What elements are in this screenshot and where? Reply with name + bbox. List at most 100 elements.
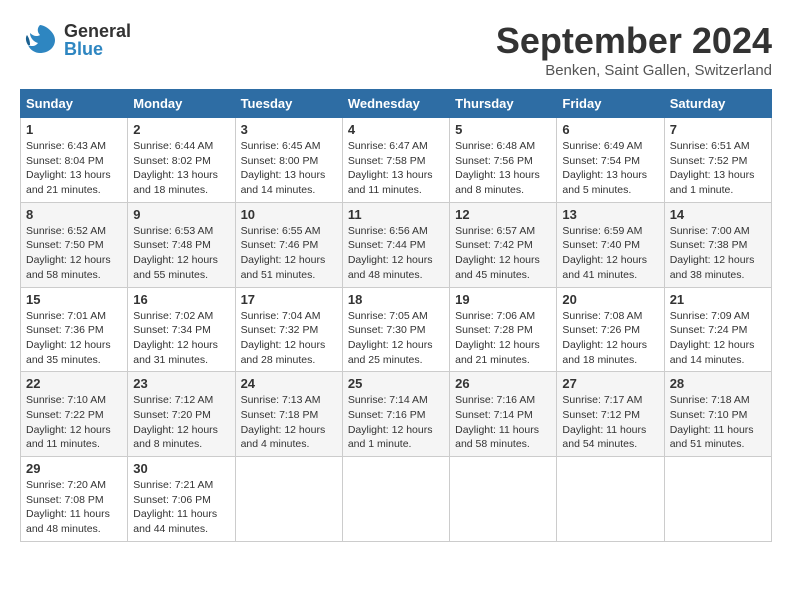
table-row [342, 457, 449, 542]
day-number: 1 [26, 122, 122, 137]
col-friday: Friday [557, 90, 664, 118]
table-row: 4Sunrise: 6:47 AMSunset: 7:58 PMDaylight… [342, 118, 449, 203]
table-row: 12 Sunrise: 6:57 AMSunset: 7:42 PMDayligh… [450, 202, 557, 287]
day-number: 11 [348, 207, 444, 222]
table-row: 30Sunrise: 7:21 AMSunset: 7:06 PMDayligh… [128, 457, 235, 542]
table-row: 26 Sunrise: 7:16 AMSunset: 7:14 PMDayligh… [450, 372, 557, 457]
logo-general: General [64, 22, 131, 40]
table-row: 15 Sunrise: 7:01 AMSunset: 7:36 PMDayligh… [21, 287, 128, 372]
table-row [664, 457, 771, 542]
location-title: Benken, Saint Gallen, Switzerland [496, 62, 772, 79]
day-number: 9 [133, 207, 229, 222]
logo-blue: Blue [64, 40, 131, 58]
day-info: Sunrise: 6:59 AMSunset: 7:40 PMDaylight:… [562, 224, 658, 283]
table-row: 14 Sunrise: 7:00 AMSunset: 7:38 PMDayligh… [664, 202, 771, 287]
calendar-week-5: 29 Sunrise: 7:20 AMSunset: 7:08 PMDayligh… [21, 457, 772, 542]
table-row [557, 457, 664, 542]
day-info: Sunrise: 6:51 AMSunset: 7:52 PMDaylight:… [670, 139, 766, 198]
page-header: General Blue September 2024 Benken, Sain… [20, 20, 772, 79]
day-number: 5 [455, 122, 551, 137]
day-info: Sunrise: 7:08 AMSunset: 7:26 PMDaylight:… [562, 309, 658, 368]
day-number: 2 [133, 122, 229, 137]
day-info: Sunrise: 6:55 AMSunset: 7:46 PMDaylight:… [241, 224, 337, 283]
col-sunday: Sunday [21, 90, 128, 118]
table-row: 8 Sunrise: 6:52 AMSunset: 7:50 PMDaylight… [21, 202, 128, 287]
day-info: Sunrise: 6:56 AMSunset: 7:44 PMDaylight:… [348, 224, 444, 283]
table-row: 10 Sunrise: 6:55 AMSunset: 7:46 PMDayligh… [235, 202, 342, 287]
day-info: Sunrise: 7:05 AMSunset: 7:30 PMDaylight:… [348, 309, 444, 368]
table-row: 18Sunrise: 7:05 AMSunset: 7:30 PMDayligh… [342, 287, 449, 372]
day-number: 14 [670, 207, 766, 222]
day-info: Sunrise: 7:06 AMSunset: 7:28 PMDaylight:… [455, 309, 551, 368]
table-row [235, 457, 342, 542]
col-thursday: Thursday [450, 90, 557, 118]
day-info: Sunrise: 7:17 AMSunset: 7:12 PMDaylight:… [562, 393, 658, 452]
table-row: 17Sunrise: 7:04 AMSunset: 7:32 PMDayligh… [235, 287, 342, 372]
day-info: Sunrise: 7:01 AMSunset: 7:36 PMDaylight:… [26, 309, 122, 368]
table-row: 22 Sunrise: 7:10 AMSunset: 7:22 PMDayligh… [21, 372, 128, 457]
logo: General Blue [20, 20, 131, 60]
day-number: 26 [455, 376, 551, 391]
table-row: 16 Sunrise: 7:02 AMSunset: 7:34 PMDayligh… [128, 287, 235, 372]
day-number: 22 [26, 376, 122, 391]
day-number: 16 [133, 292, 229, 307]
calendar-week-1: 1 Sunrise: 6:43 AMSunset: 8:04 PMDaylight… [21, 118, 772, 203]
table-row: 23 Sunrise: 7:12 AMSunset: 7:20 PMDayligh… [128, 372, 235, 457]
day-number: 29 [26, 461, 122, 476]
day-number: 3 [241, 122, 337, 137]
day-info: Sunrise: 7:14 AMSunset: 7:16 PMDaylight:… [348, 393, 444, 452]
day-number: 13 [562, 207, 658, 222]
day-info: Sunrise: 7:13 AMSunset: 7:18 PMDaylight:… [241, 393, 337, 452]
table-row: 3Sunrise: 6:45 AMSunset: 8:00 PMDaylight… [235, 118, 342, 203]
day-number: 27 [562, 376, 658, 391]
calendar-week-2: 8 Sunrise: 6:52 AMSunset: 7:50 PMDaylight… [21, 202, 772, 287]
day-info: Sunrise: 6:47 AMSunset: 7:58 PMDaylight:… [348, 139, 444, 198]
day-info: Sunrise: 7:16 AMSunset: 7:14 PMDaylight:… [455, 393, 551, 452]
day-info: Sunrise: 7:00 AMSunset: 7:38 PMDaylight:… [670, 224, 766, 283]
day-number: 8 [26, 207, 122, 222]
col-tuesday: Tuesday [235, 90, 342, 118]
day-number: 15 [26, 292, 122, 307]
day-info: Sunrise: 7:12 AMSunset: 7:20 PMDaylight:… [133, 393, 229, 452]
day-info: Sunrise: 7:20 AMSunset: 7:08 PMDaylight:… [26, 478, 122, 537]
table-row: 19 Sunrise: 7:06 AMSunset: 7:28 PMDayligh… [450, 287, 557, 372]
day-info: Sunrise: 6:43 AMSunset: 8:04 PMDaylight:… [26, 139, 122, 198]
day-info: Sunrise: 7:09 AMSunset: 7:24 PMDaylight:… [670, 309, 766, 368]
day-info: Sunrise: 7:10 AMSunset: 7:22 PMDaylight:… [26, 393, 122, 452]
table-row: 13 Sunrise: 6:59 AMSunset: 7:40 PMDayligh… [557, 202, 664, 287]
col-monday: Monday [128, 90, 235, 118]
day-number: 21 [670, 292, 766, 307]
day-number: 25 [348, 376, 444, 391]
day-number: 12 [455, 207, 551, 222]
day-number: 7 [670, 122, 766, 137]
table-row: 28Sunrise: 7:18 AMSunset: 7:10 PMDayligh… [664, 372, 771, 457]
calendar-table: Sunday Monday Tuesday Wednesday Thursday… [20, 89, 772, 542]
calendar-week-4: 22 Sunrise: 7:10 AMSunset: 7:22 PMDayligh… [21, 372, 772, 457]
day-number: 23 [133, 376, 229, 391]
table-row: 25 Sunrise: 7:14 AMSunset: 7:16 PMDayligh… [342, 372, 449, 457]
table-row: 27 Sunrise: 7:17 AMSunset: 7:12 PMDayligh… [557, 372, 664, 457]
day-info: Sunrise: 6:57 AMSunset: 7:42 PMDaylight:… [455, 224, 551, 283]
day-info: Sunrise: 6:44 AMSunset: 8:02 PMDaylight:… [133, 139, 229, 198]
day-number: 20 [562, 292, 658, 307]
day-info: Sunrise: 7:02 AMSunset: 7:34 PMDaylight:… [133, 309, 229, 368]
day-info: Sunrise: 6:49 AMSunset: 7:54 PMDaylight:… [562, 139, 658, 198]
logo-bird-icon [20, 20, 60, 60]
day-number: 6 [562, 122, 658, 137]
table-row: 21 Sunrise: 7:09 AMSunset: 7:24 PMDayligh… [664, 287, 771, 372]
day-number: 28 [670, 376, 766, 391]
table-row: 6 Sunrise: 6:49 AMSunset: 7:54 PMDaylight… [557, 118, 664, 203]
col-wednesday: Wednesday [342, 90, 449, 118]
table-row: 7 Sunrise: 6:51 AMSunset: 7:52 PMDaylight… [664, 118, 771, 203]
day-number: 30 [133, 461, 229, 476]
day-info: Sunrise: 7:04 AMSunset: 7:32 PMDaylight:… [241, 309, 337, 368]
table-row: 9Sunrise: 6:53 AMSunset: 7:48 PMDaylight… [128, 202, 235, 287]
day-number: 10 [241, 207, 337, 222]
column-headers: Sunday Monday Tuesday Wednesday Thursday… [21, 90, 772, 118]
table-row: 5Sunrise: 6:48 AMSunset: 7:56 PMDaylight… [450, 118, 557, 203]
day-info: Sunrise: 6:52 AMSunset: 7:50 PMDaylight:… [26, 224, 122, 283]
day-number: 19 [455, 292, 551, 307]
table-row: 20 Sunrise: 7:08 AMSunset: 7:26 PMDayligh… [557, 287, 664, 372]
month-title: September 2024 [496, 20, 772, 62]
title-area: September 2024 Benken, Saint Gallen, Swi… [496, 20, 772, 79]
